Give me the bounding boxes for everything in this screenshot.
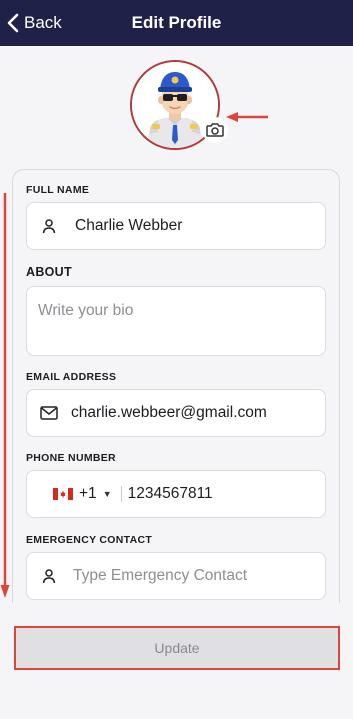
chevron-left-icon bbox=[7, 13, 19, 33]
change-photo-button[interactable] bbox=[202, 117, 228, 143]
update-button-label: Update bbox=[154, 640, 200, 656]
full-name-field[interactable]: Charlie Webber bbox=[26, 202, 326, 250]
email-label: EMAIL ADDRESS bbox=[26, 371, 117, 383]
emergency-contact-field[interactable]: Type Emergency Contact bbox=[26, 552, 326, 600]
back-button[interactable]: Back bbox=[6, 0, 62, 46]
camera-icon bbox=[206, 123, 224, 137]
profile-avatar-section bbox=[130, 60, 228, 150]
user-icon bbox=[39, 566, 59, 586]
email-field[interactable]: charlie.webbeer@gmail.com bbox=[26, 389, 326, 437]
emergency-contact-label: EMERGENCY CONTACT bbox=[26, 534, 153, 546]
emergency-contact-placeholder: Type Emergency Contact bbox=[73, 567, 248, 584]
email-value: charlie.webbeer@gmail.com bbox=[71, 404, 267, 421]
phone-divider bbox=[120, 486, 122, 502]
chevron-down-icon[interactable]: ▼ bbox=[103, 489, 112, 499]
full-name-label: FULL NAME bbox=[26, 184, 90, 196]
phone-value: 1234567811 bbox=[127, 485, 213, 502]
phone-field[interactable]: +1 ▼ 1234567811 bbox=[26, 470, 326, 518]
canada-flag-icon[interactable] bbox=[53, 488, 73, 500]
bio-placeholder: Write your bio bbox=[38, 302, 134, 319]
about-label: ABOUT bbox=[26, 265, 72, 279]
update-button[interactable]: Update bbox=[14, 626, 340, 670]
back-label: Back bbox=[24, 13, 62, 32]
full-name-value: Charlie Webber bbox=[75, 217, 183, 234]
user-icon bbox=[39, 216, 59, 236]
bio-textarea[interactable]: Write your bio bbox=[26, 286, 326, 356]
annotation-arrowhead-left bbox=[226, 112, 238, 122]
annotation-arrowhead-down bbox=[0, 585, 10, 598]
phone-label: PHONE NUMBER bbox=[26, 452, 116, 464]
country-code[interactable]: +1 bbox=[79, 485, 97, 503]
mail-icon bbox=[39, 403, 59, 423]
app-header: Back Edit Profile bbox=[0, 0, 353, 46]
